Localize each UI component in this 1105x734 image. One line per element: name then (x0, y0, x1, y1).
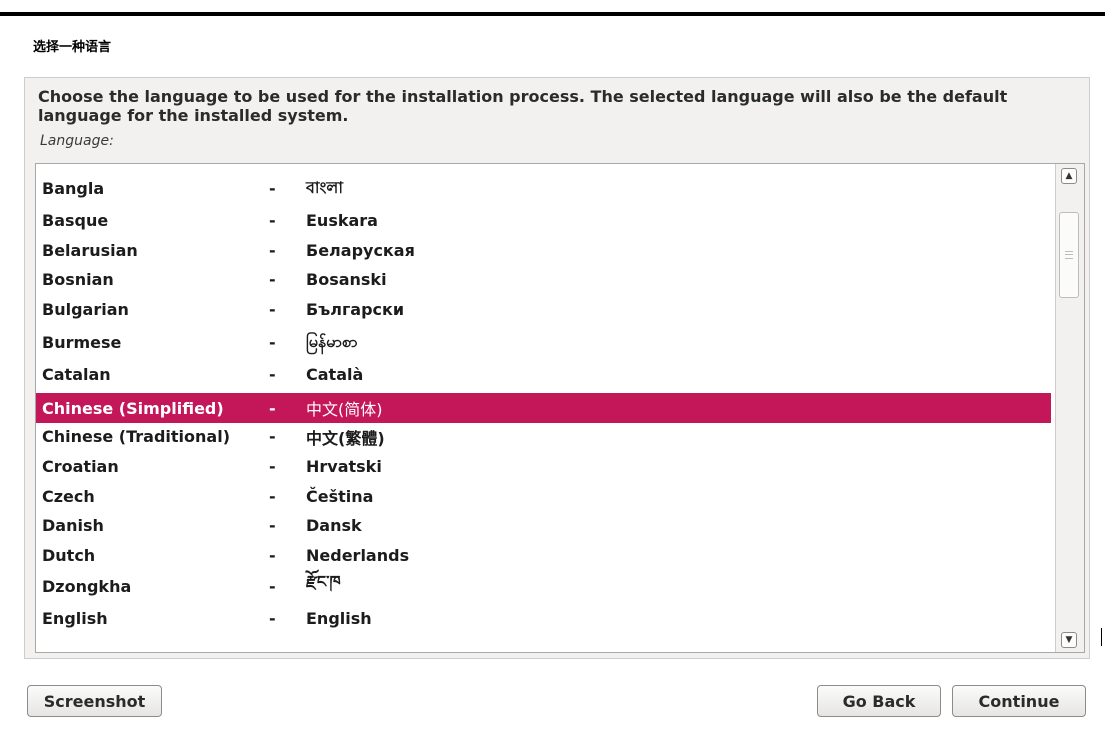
separator-dash: - (269, 487, 276, 506)
language-option[interactable]: English - English (36, 604, 1051, 633)
page-title: 选择一种语言 (33, 40, 112, 55)
language-option[interactable]: Chinese (Simplified) - 中文(简体) (36, 393, 1051, 423)
separator-dash: - (269, 516, 276, 535)
language-name: Croatian (42, 457, 119, 476)
native-language-name: Dansk (306, 516, 362, 535)
native-language-name: Български (306, 300, 405, 319)
separator-dash: - (269, 398, 276, 418)
language-name: Bangla (42, 179, 105, 198)
language-option[interactable]: Basque - Euskara (36, 206, 1051, 235)
language-name: Dzongkha (42, 577, 132, 596)
language-name: Dutch (42, 546, 96, 565)
native-language-name: Nederlands (306, 546, 410, 565)
separator-dash: - (269, 577, 276, 596)
language-option[interactable]: Bulgarian - Български (36, 295, 1051, 324)
separator-dash: - (269, 211, 276, 230)
native-language-name: Euskara (306, 211, 378, 230)
native-language-name: Hrvatski (306, 457, 382, 476)
language-option[interactable]: Burmese - မြန်မာစာ (36, 328, 1051, 357)
language-name: Basque (42, 211, 109, 230)
native-language-name: မြန်မာစာ (306, 331, 358, 351)
language-option[interactable]: Chinese (Traditional) - 中文(繁體) (36, 422, 1051, 451)
screenshot-button[interactable]: Screenshot (27, 685, 162, 717)
chevron-down-icon[interactable]: ▼ (1061, 632, 1077, 648)
language-option[interactable]: Belarusian - Беларуская (36, 236, 1051, 265)
native-language-name: Беларуская (306, 241, 415, 260)
scrollbar-thumb[interactable] (1059, 212, 1079, 298)
language-name: Chinese (Traditional) (42, 427, 231, 446)
language-name: Bosnian (42, 270, 114, 289)
separator-dash: - (269, 179, 276, 198)
continue-button[interactable]: Continue (952, 685, 1086, 717)
instruction-text: Choose the language to be used for the i… (38, 87, 1008, 125)
separator-dash: - (269, 427, 276, 446)
separator-dash: - (269, 365, 276, 384)
native-language-name: Bosanski (306, 270, 387, 289)
language-option[interactable]: Danish - Dansk (36, 511, 1051, 540)
language-option[interactable]: Czech - Čeština (36, 482, 1051, 511)
language-option[interactable]: Dzongkha - རྫོང་ཁ (36, 572, 1051, 601)
text-cursor (1101, 628, 1102, 646)
separator-dash: - (269, 333, 276, 352)
chevron-up-icon[interactable]: ▲ (1061, 168, 1077, 184)
separator-dash: - (269, 270, 276, 289)
separator-dash: - (269, 609, 276, 628)
language-label: Language: (40, 133, 114, 149)
native-language-name: 中文(繁體) (306, 428, 385, 448)
native-language-name: 中文(简体) (306, 400, 383, 419)
separator-dash: - (269, 546, 276, 565)
language-name: Danish (42, 516, 104, 535)
language-option[interactable]: Croatian - Hrvatski (36, 452, 1051, 481)
native-language-name: English (306, 609, 372, 628)
language-name: Bulgarian (42, 300, 129, 319)
language-option[interactable]: Catalan - Català (36, 360, 1051, 389)
language-name: Belarusian (42, 241, 138, 260)
native-language-name: বাংলা (306, 178, 343, 197)
native-language-name: Català (306, 365, 364, 384)
separator-dash: - (269, 241, 276, 260)
separator-dash: - (269, 300, 276, 319)
language-name: Chinese (Simplified) (42, 398, 224, 418)
language-list[interactable]: Bangla - বাংলা Basque - Euskara Belarusian - Бел… (35, 163, 1085, 653)
language-name: Burmese (42, 333, 122, 352)
language-name: Czech (42, 487, 95, 506)
language-name: Catalan (42, 365, 111, 384)
language-name: English (42, 609, 108, 628)
top-bar (0, 12, 1105, 16)
vertical-scrollbar[interactable]: ▲ ▼ (1055, 164, 1084, 652)
go-back-button[interactable]: Go Back (817, 685, 941, 717)
language-option[interactable]: Dutch - Nederlands (36, 541, 1051, 570)
language-option[interactable]: Bosnian - Bosanski (36, 265, 1051, 294)
language-option[interactable]: Bangla - বাংলা (36, 174, 1051, 203)
native-language-name: Čeština (306, 487, 374, 506)
native-language-name: རྫོང་ཁ (306, 572, 341, 591)
separator-dash: - (269, 457, 276, 476)
